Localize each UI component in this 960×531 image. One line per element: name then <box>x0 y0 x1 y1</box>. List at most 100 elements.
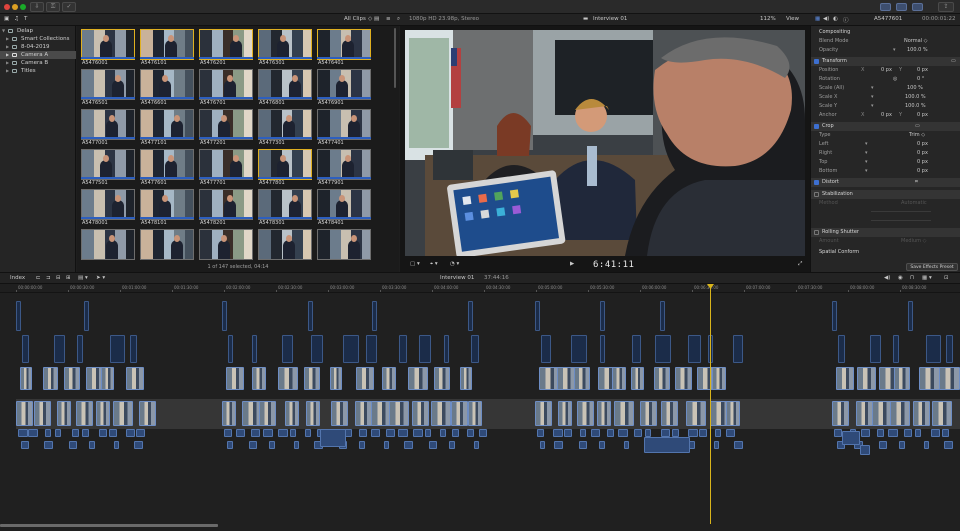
connected-clip[interactable] <box>571 335 587 363</box>
audio-clip[interactable] <box>359 441 365 449</box>
connected-clip[interactable] <box>838 335 845 363</box>
timeline-scrollbar[interactable] <box>0 524 218 527</box>
storyline-clip[interactable] <box>451 401 468 426</box>
insert-clip-icon[interactable]: ⊐ <box>46 275 51 281</box>
connected-clip[interactable] <box>372 301 377 331</box>
distort-section[interactable]: Distort ⌗ <box>811 178 960 187</box>
connected-clip[interactable] <box>304 367 320 390</box>
clip-thumbnail[interactable]: A5476901 <box>317 69 371 107</box>
video-inspector-icon[interactable]: ▦ <box>815 16 820 22</box>
audio-clip[interactable] <box>537 429 544 437</box>
crop-type-popup[interactable]: Trim ◇ <box>909 131 925 140</box>
storyline-clip[interactable] <box>222 401 236 426</box>
audio-clip[interactable] <box>579 441 587 449</box>
scale-all-value[interactable]: 100 % <box>907 84 923 93</box>
storyline-clip[interactable] <box>640 401 657 426</box>
connected-clip[interactable] <box>101 367 114 390</box>
clip-thumbnail[interactable]: A5478001 <box>81 189 135 227</box>
clip-thumbnail[interactable] <box>140 229 194 267</box>
anchor-y-value[interactable]: 0 px <box>917 111 928 120</box>
solo-icon[interactable]: ◉ <box>898 275 903 281</box>
sidebar-item-date-event[interactable]: ▶ 8-04-2019 <box>0 43 76 51</box>
audio-clip[interactable] <box>236 429 245 437</box>
audio-clip[interactable] <box>371 429 380 437</box>
filter-chevron-icon[interactable]: ◇ <box>368 16 372 22</box>
clip-thumbnail[interactable]: A5477101 <box>140 109 194 147</box>
connect-clip-icon[interactable]: ⊏ <box>36 275 41 281</box>
audio-clip[interactable] <box>944 441 953 449</box>
storyline-clip[interactable] <box>686 401 706 426</box>
rotation-value[interactable]: 0 ° <box>917 75 924 84</box>
storyline-clip[interactable] <box>34 401 51 426</box>
scale-y-row[interactable]: Scale Y ▾ 100.0 % <box>811 102 960 111</box>
library-icon[interactable]: ▣ <box>4 16 9 22</box>
keyword-editor-button[interactable]: ⚿ <box>46 2 60 12</box>
connected-clip[interactable] <box>688 335 701 363</box>
clip-thumbnail[interactable]: A5477301 <box>258 109 312 147</box>
crop-section[interactable]: Crop ▭ <box>811 122 960 131</box>
scale-x-value[interactable]: 100.0 % <box>905 93 926 102</box>
photos-icon[interactable]: ♫ <box>14 16 19 22</box>
clip-thumbnail[interactable]: A5476501 <box>81 69 135 107</box>
audio-skimming-icon[interactable]: ◀) <box>884 275 890 281</box>
audio-clip[interactable] <box>591 429 600 437</box>
select-tool-icon[interactable]: ➤ ▾ <box>96 275 105 281</box>
storyline-clip[interactable] <box>597 401 611 426</box>
anchor-row[interactable]: Anchor X 0 px Y 0 px <box>811 111 960 120</box>
audio-clip[interactable] <box>269 441 275 449</box>
audio-clip[interactable] <box>429 441 437 449</box>
audio-clip[interactable] <box>134 441 143 449</box>
info-inspector-icon[interactable]: ⓘ <box>843 16 849 24</box>
clip-thumbnail[interactable]: A5477901 <box>317 149 371 187</box>
audio-clip[interactable] <box>540 441 545 449</box>
opacity-row[interactable]: Opacity ▾ 100.0 % <box>811 46 960 55</box>
audio-clip[interactable] <box>645 429 651 437</box>
clip-thumbnail[interactable]: A5478301 <box>258 189 312 227</box>
storyline-clip[interactable] <box>331 401 348 426</box>
storyline-clip[interactable] <box>932 401 952 426</box>
crop-top-slider-icon[interactable]: ▾ <box>865 158 868 167</box>
connected-clip[interactable] <box>468 301 473 331</box>
distort-overlay-icon[interactable]: ⌗ <box>915 178 918 187</box>
connected-clip[interactable] <box>84 301 89 331</box>
disclosure-triangle-icon[interactable]: ▶ <box>6 51 9 59</box>
crop-right-value[interactable]: 0 px <box>917 149 928 158</box>
clip-thumbnail[interactable]: A5477701 <box>199 149 253 187</box>
anchor-x-value[interactable]: 0 px <box>881 111 892 120</box>
audio-clip[interactable] <box>224 429 232 437</box>
audio-clip[interactable] <box>699 429 707 437</box>
audio-clip[interactable] <box>425 429 431 437</box>
audio-clip[interactable] <box>18 429 28 437</box>
clip-thumbnail[interactable]: A5477201 <box>199 109 253 147</box>
audio-clip[interactable] <box>904 429 912 437</box>
storyline-clip[interactable] <box>661 401 678 426</box>
audio-clip[interactable] <box>99 429 107 437</box>
storyline-clip[interactable] <box>431 401 451 426</box>
clip-thumbnail[interactable]: A5476601 <box>140 69 194 107</box>
clip-thumbnail[interactable]: A5477601 <box>140 149 194 187</box>
title-clip[interactable] <box>860 445 870 455</box>
transform-tool-icon[interactable]: ⌖ ▾ <box>430 261 438 268</box>
rolling-shutter-section[interactable]: Rolling Shutter <box>811 228 960 237</box>
audio-clip[interactable] <box>290 429 296 437</box>
audio-clip[interactable] <box>624 441 629 449</box>
connected-clip[interactable] <box>43 367 58 390</box>
clip-appearance-icon[interactable]: ▦ ▾ <box>922 275 932 281</box>
blend-mode-row[interactable]: Blend Mode Normal ◇ <box>811 37 960 46</box>
connected-clip[interactable] <box>535 301 540 331</box>
connected-clip[interactable] <box>926 335 941 363</box>
rolling-shutter-checkbox[interactable] <box>814 230 819 235</box>
storyline-clip[interactable] <box>913 401 930 426</box>
connected-clip[interactable] <box>282 335 293 363</box>
storyline-clip[interactable] <box>890 401 910 426</box>
disclosure-triangle-icon[interactable]: ▶ <box>6 43 9 51</box>
search-icon[interactable]: ⌕ <box>397 16 400 23</box>
position-y-value[interactable]: 0 px <box>917 66 928 75</box>
audio-clip[interactable] <box>726 429 735 437</box>
crop-bottom-value[interactable]: 0 px <box>917 167 928 176</box>
clip-filter-menu[interactable]: All Clips <box>344 16 366 22</box>
audio-clip[interactable] <box>607 429 614 437</box>
playhead[interactable] <box>710 286 711 524</box>
view-menu[interactable]: View <box>786 16 799 22</box>
connected-clip[interactable] <box>419 335 431 363</box>
